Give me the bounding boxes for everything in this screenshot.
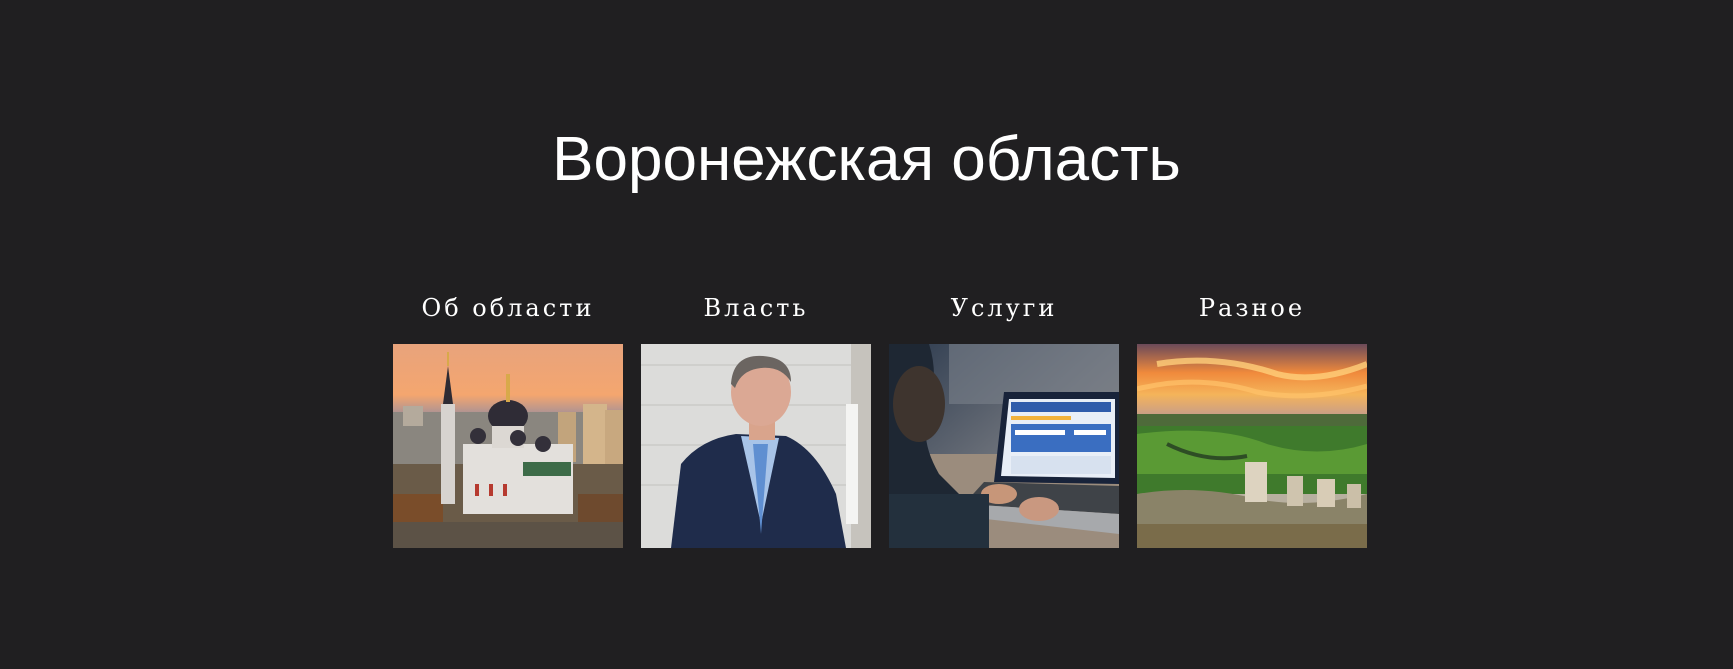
landscape-image[interactable]	[1137, 344, 1367, 548]
card-misc-label: Разное	[1198, 294, 1306, 322]
card-services[interactable]: Услуги	[889, 290, 1119, 548]
card-services-label: Услуги	[950, 294, 1058, 322]
section-cards: Об области Власть Услуги Разное	[393, 290, 1367, 550]
cathedral-photo	[393, 344, 623, 548]
laptop-services-image[interactable]	[889, 344, 1119, 548]
cathedral-image[interactable]	[393, 344, 623, 548]
card-about-region-label: Об области	[421, 294, 595, 322]
landscape-photo	[1137, 344, 1367, 548]
card-authority[interactable]: Власть	[641, 290, 871, 548]
card-misc[interactable]: Разное	[1137, 290, 1367, 548]
card-about-region[interactable]: Об области	[393, 290, 623, 548]
page: Воронежская область Об области Власть Ус…	[0, 0, 1733, 669]
laptop-services-photo	[889, 344, 1119, 548]
card-authority-label: Власть	[703, 294, 809, 322]
governor-image[interactable]	[641, 344, 871, 548]
page-title: Воронежская область	[552, 125, 1181, 194]
governor-photo	[641, 344, 871, 548]
